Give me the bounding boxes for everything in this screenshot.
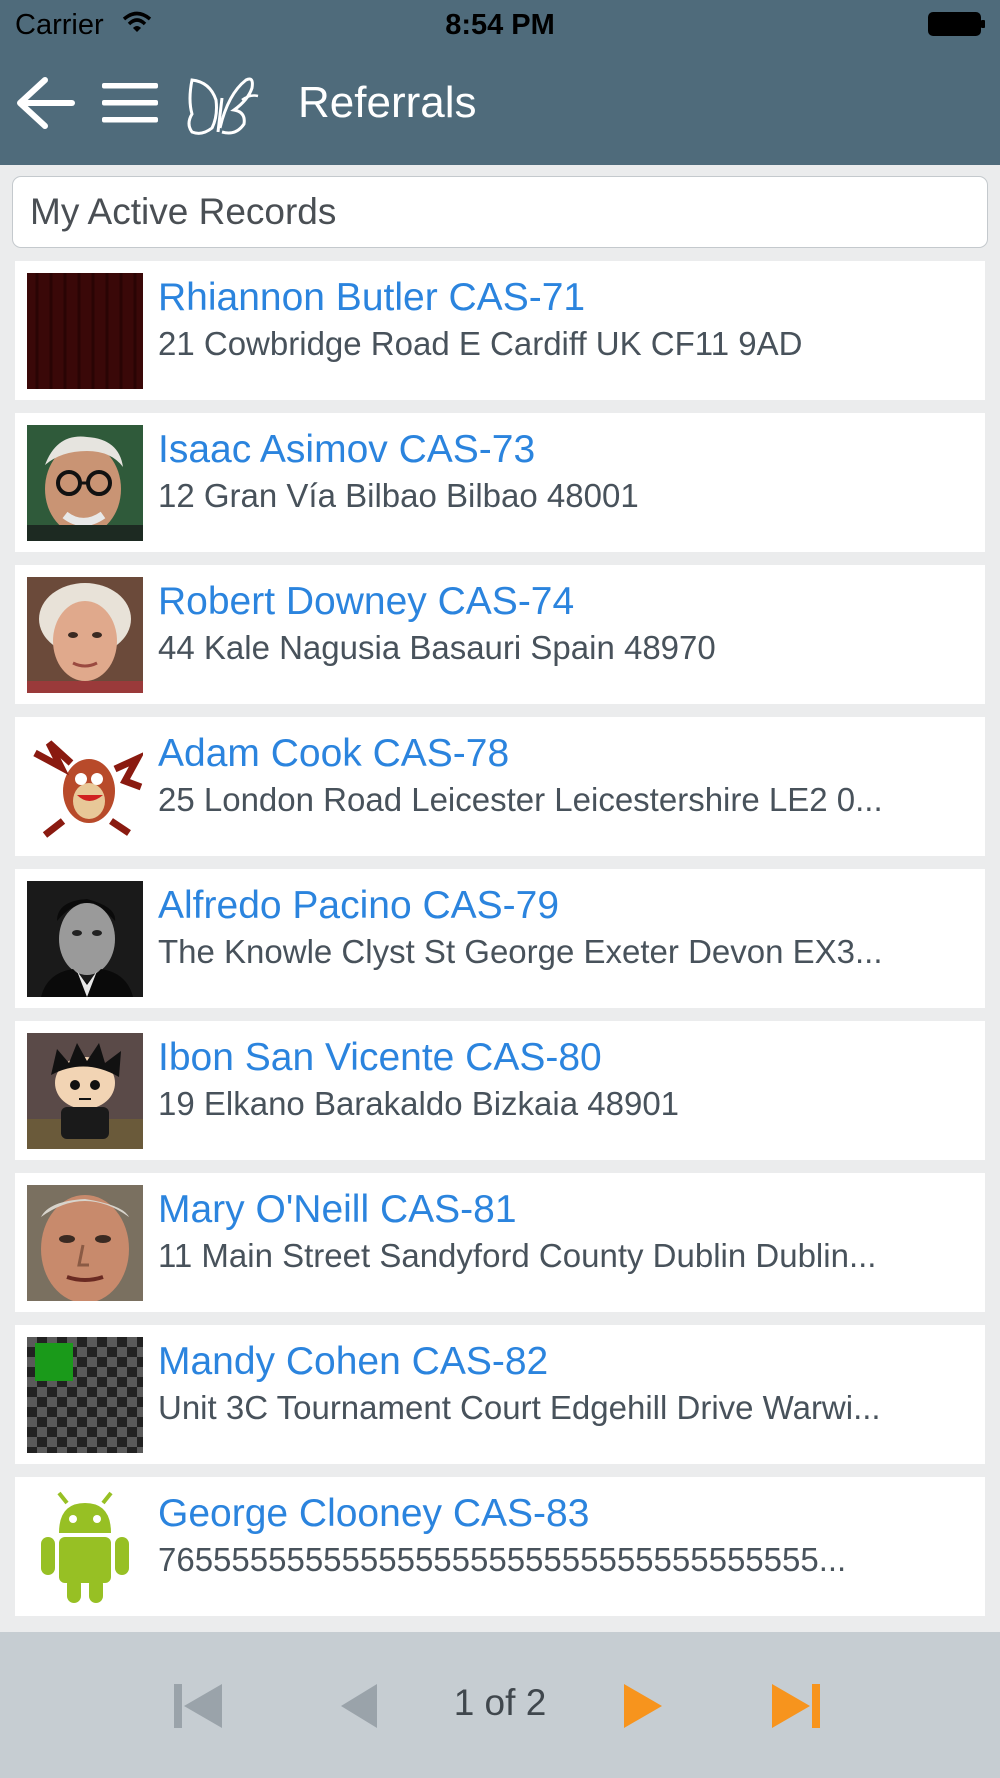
nav-bar: Referrals (0, 50, 1000, 165)
list-item[interactable]: Ibon San Vicente CAS-80 19 Elkano Baraka… (15, 1021, 985, 1160)
record-name: Mandy Cohen CAS-82 (158, 1340, 549, 1383)
record-name: Alfredo Pacino CAS-79 (158, 884, 560, 927)
record-name: Adam Cook CAS-78 (158, 732, 510, 775)
record-name: Isaac Asimov CAS-73 (158, 428, 536, 471)
checkerboard-image (27, 1337, 143, 1453)
record-address: 44 Kale Nagusia Basauri Spain 48970 (158, 629, 716, 666)
avatar (27, 425, 143, 541)
next-page-icon[interactable] (614, 1678, 674, 1734)
last-page-icon[interactable] (768, 1678, 828, 1734)
avatar (27, 1185, 143, 1301)
android-robot-icon (27, 1489, 143, 1605)
back-arrow-icon[interactable] (14, 72, 76, 134)
list-item[interactable]: Rhiannon Butler CAS-71 21 Cowbridge Road… (15, 261, 985, 400)
record-address: 19 Elkano Barakaldo Bizkaia 48901 (158, 1085, 680, 1122)
first-page-icon[interactable] (168, 1678, 228, 1734)
avatar (27, 729, 143, 845)
record-address: 21 Cowbridge Road E Cardiff UK CF11 9AD (158, 325, 803, 362)
list-item[interactable]: Alfredo Pacino CAS-79 The Knowle Clyst S… (15, 869, 985, 1008)
battery-icon (928, 12, 985, 36)
pager-bar: 1 of 2 (0, 1632, 1000, 1778)
record-address: Unit 3C Tournament Court Edgehill Drive … (158, 1389, 881, 1426)
record-name: Mary O'Neill CAS-81 (158, 1188, 517, 1231)
record-name: Rhiannon Butler CAS-71 (158, 276, 586, 319)
record-filter-dropdown[interactable]: My Active Records (12, 176, 988, 248)
record-address: 12 Gran Vía Bilbao Bilbao 48001 (158, 477, 639, 514)
previous-page-icon[interactable] (333, 1678, 393, 1734)
avatar (27, 1489, 143, 1605)
avatar (27, 1033, 143, 1149)
record-address: 11 Main Street Sandyford County Dublin D… (158, 1237, 877, 1274)
top-bar: Carrier 8:54 PM Referrals (0, 0, 1000, 165)
list-item[interactable]: Mandy Cohen CAS-82 Unit 3C Tournament Co… (15, 1325, 985, 1464)
record-address: 765555555555555555555555555555555555... (158, 1541, 847, 1578)
list-item[interactable]: George Clooney CAS-83 765555555555555555… (15, 1477, 985, 1616)
record-name: Robert Downey CAS-74 (158, 580, 575, 623)
black-and-white-portrait-image (27, 881, 143, 997)
avatar (27, 1337, 143, 1453)
man-with-glasses-photo-image (27, 425, 143, 541)
hamburger-menu-icon[interactable] (100, 80, 160, 126)
page-indicator: 1 of 2 (453, 1682, 547, 1723)
cartoon-devil-image (27, 729, 143, 845)
record-name: Ibon San Vicente CAS-80 (158, 1036, 602, 1079)
butterfly-logo-icon (187, 77, 259, 135)
avatar (27, 273, 143, 389)
record-address: The Knowle Clyst St George Exeter Devon … (158, 933, 883, 970)
man-face-photo-image (27, 1185, 143, 1301)
status-time: 8:54 PM (445, 9, 555, 41)
record-address: 25 London Road Leicester Leicestershire … (158, 781, 883, 818)
status-bar: Carrier 8:54 PM (0, 0, 1000, 50)
list-item[interactable]: Robert Downey CAS-74 44 Kale Nagusia Bas… (15, 565, 985, 704)
page-title: Referrals (298, 78, 477, 127)
dark-red-curtain-image (27, 273, 143, 389)
record-name: George Clooney CAS-83 (158, 1492, 590, 1535)
list-item[interactable]: Mary O'Neill CAS-81 11 Main Street Sandy… (15, 1173, 985, 1312)
avatar (27, 881, 143, 997)
list-item[interactable]: Adam Cook CAS-78 25 London Road Leiceste… (15, 717, 985, 856)
elderly-woman-photo-image (27, 577, 143, 693)
records-list: Rhiannon Butler CAS-71 21 Cowbridge Road… (15, 261, 985, 1629)
cartoon-kid-image (27, 1033, 143, 1149)
avatar (27, 577, 143, 693)
list-item[interactable]: Isaac Asimov CAS-73 12 Gran Vía Bilbao B… (15, 413, 985, 552)
